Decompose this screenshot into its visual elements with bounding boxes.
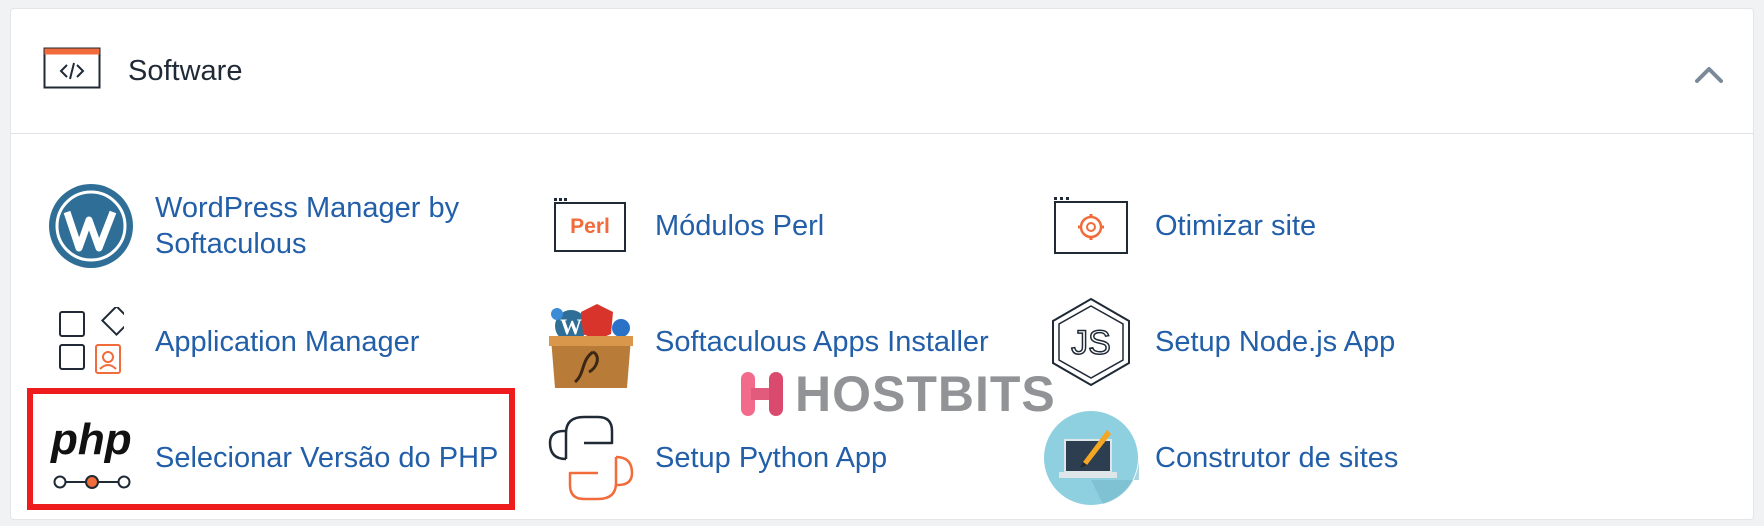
item-label[interactable]: Selecionar Versão do PHP <box>155 440 498 476</box>
nodejs-icon-text: JS <box>1071 324 1111 362</box>
item-label[interactable]: Application Manager <box>155 324 419 360</box>
section-header[interactable]: Software <box>11 9 1753 134</box>
item-label[interactable]: Construtor de sites <box>1155 440 1398 476</box>
item-label[interactable]: Softaculous Apps Installer <box>655 324 989 360</box>
wordpress-icon <box>43 176 139 276</box>
item-label[interactable]: Módulos Perl <box>655 208 824 244</box>
hostbits-logo-icon <box>741 372 783 416</box>
software-grid: WordPress Manager by Softaculous Perl Mó… <box>11 134 1753 519</box>
app-manager-icon <box>43 292 139 392</box>
item-label[interactable]: Otimizar site <box>1155 208 1316 244</box>
item-label[interactable]: Setup Node.js App <box>1155 324 1395 360</box>
site-builder-icon <box>1043 408 1139 508</box>
nodejs-icon: JS <box>1043 292 1139 392</box>
software-panel: Software WordPress Manager by Softaculou… <box>10 8 1754 520</box>
section-title: Software <box>128 55 243 87</box>
item-label[interactable]: WordPress Manager by Softaculous <box>155 190 485 262</box>
watermark: HOSTBITS <box>741 366 1056 422</box>
perl-icon: Perl <box>543 176 639 276</box>
code-window-icon <box>43 47 101 89</box>
perl-icon-text: Perl <box>570 215 610 238</box>
gear-window-icon <box>1043 176 1139 276</box>
watermark-text: HOSTBITS <box>795 366 1056 422</box>
php-icon: php <box>43 408 139 508</box>
item-label[interactable]: Setup Python App <box>655 440 887 476</box>
php-icon-text: php <box>51 415 132 464</box>
softaculous-box-icon: W <box>543 292 639 392</box>
python-icon <box>543 408 639 508</box>
svg-text:W: W <box>560 314 582 339</box>
chevron-up-icon[interactable] <box>1691 59 1727 89</box>
